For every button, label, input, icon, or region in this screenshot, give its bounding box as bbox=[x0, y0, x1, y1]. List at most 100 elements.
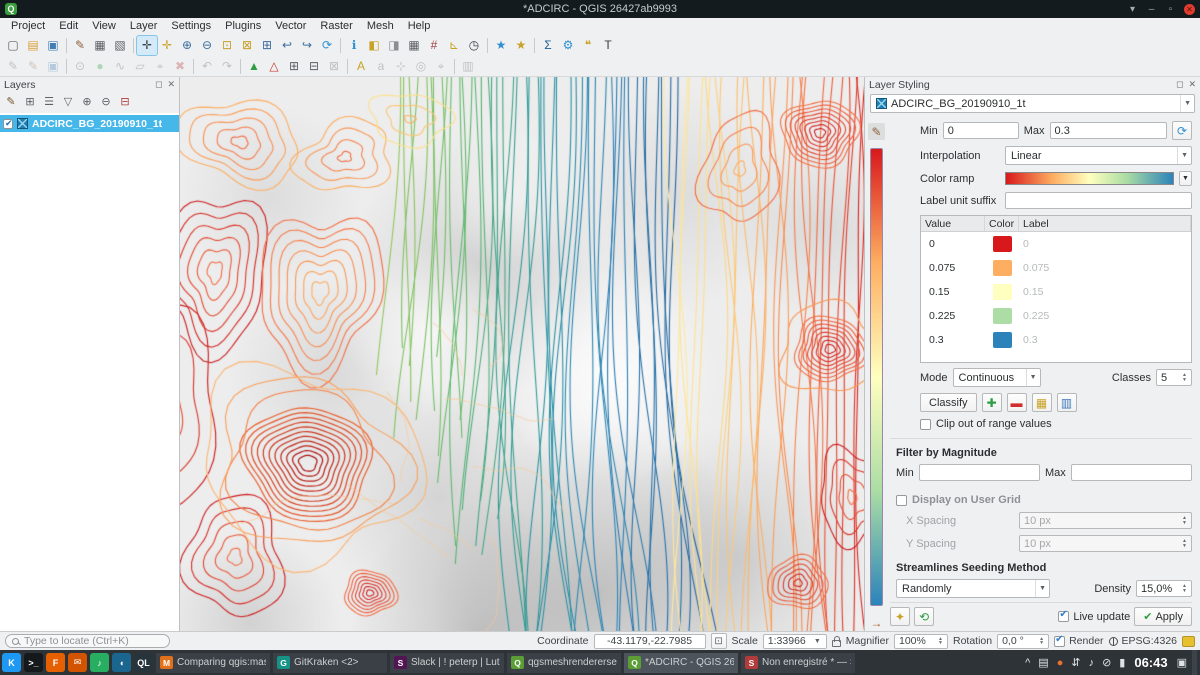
minimize-button[interactable]: – bbox=[1146, 4, 1157, 15]
pan-to-selection-icon[interactable]: ✛ bbox=[157, 36, 177, 55]
mesh-digitizing-icon[interactable]: ▲ bbox=[244, 57, 264, 76]
interpolation-select[interactable]: Linear ▼ bbox=[1005, 146, 1192, 165]
project-open-icon[interactable]: ▤ bbox=[23, 36, 43, 55]
music-icon[interactable]: ♪ bbox=[90, 653, 109, 672]
maximize-button[interactable]: ▫ bbox=[1165, 4, 1176, 15]
coordinate-input[interactable]: -43.1179,-22.7985 bbox=[594, 634, 706, 649]
text-annotation-icon[interactable]: T bbox=[598, 36, 618, 55]
class-row[interactable]: 0 0 bbox=[921, 232, 1191, 256]
magnifier-spinner[interactable]: 100% ▲▼ bbox=[894, 634, 948, 649]
color-ramp-menu-button[interactable]: ▼ bbox=[1179, 171, 1192, 186]
new-bookmark-icon[interactable]: ★ bbox=[491, 36, 511, 55]
remove-layer-icon[interactable]: ⊟ bbox=[116, 93, 134, 110]
style-manager-icon[interactable]: ✎ bbox=[70, 36, 90, 55]
zoom-full-icon[interactable]: ⊡ bbox=[217, 36, 237, 55]
project-save-icon[interactable]: ▣ bbox=[43, 36, 63, 55]
zoom-next-icon[interactable]: ↪ bbox=[297, 36, 317, 55]
task-gitkraken[interactable]: G GitKraken <2> bbox=[273, 653, 387, 673]
task-qgis-settings[interactable]: Q qgsmeshrenderersetti... bbox=[507, 653, 621, 673]
pin-labels-icon[interactable]: ⊹ bbox=[391, 57, 411, 76]
map-tips-icon[interactable]: ❝ bbox=[578, 36, 598, 55]
filter-min-input[interactable] bbox=[919, 464, 1040, 481]
dolphin-icon[interactable]: ◖ bbox=[112, 653, 131, 672]
zoom-last-icon[interactable]: ↩ bbox=[277, 36, 297, 55]
class-color-swatch[interactable] bbox=[993, 236, 1012, 252]
mesh-selection-icon[interactable]: ⊟ bbox=[304, 57, 324, 76]
extents-toggle-icon[interactable]: ⊡ bbox=[711, 633, 727, 649]
mail-icon[interactable]: ✉ bbox=[68, 653, 87, 672]
toggle-editing-icon[interactable]: ✎ bbox=[23, 57, 43, 76]
menu-item[interactable]: Raster bbox=[313, 19, 359, 33]
density-spinner[interactable]: 15,0% ▲▼ bbox=[1136, 580, 1192, 597]
add-point-icon[interactable]: ● bbox=[90, 57, 110, 76]
load-color-ramp-button[interactable]: ▦ bbox=[1032, 393, 1052, 412]
y-spacing-input[interactable]: 10 px ▲▼ bbox=[1019, 535, 1192, 552]
diagram-options-icon[interactable]: ▥ bbox=[458, 57, 478, 76]
add-line-icon[interactable]: ∿ bbox=[110, 57, 130, 76]
label-unit-suffix-input[interactable] bbox=[1005, 192, 1192, 209]
class-color-swatch[interactable] bbox=[993, 260, 1012, 276]
deselect-features-icon[interactable]: ◨ bbox=[384, 36, 404, 55]
class-color-swatch[interactable] bbox=[993, 284, 1012, 300]
menu-item[interactable]: View bbox=[85, 19, 123, 33]
add-class-button[interactable]: ✚ bbox=[982, 393, 1002, 412]
class-row[interactable]: 0.3 0.3 bbox=[921, 328, 1191, 352]
close-button[interactable]: ✕ bbox=[1184, 4, 1195, 15]
layer-visibility-checkbox[interactable] bbox=[3, 119, 13, 129]
zoom-out-icon[interactable]: ⊖ bbox=[197, 36, 217, 55]
mesh-edit-icon[interactable]: △ bbox=[264, 57, 284, 76]
menu-item[interactable]: Project bbox=[4, 19, 52, 33]
x-spacing-input[interactable]: 10 px ▲▼ bbox=[1019, 512, 1192, 529]
table-header-cell[interactable]: Color bbox=[985, 216, 1019, 231]
table-header-cell[interactable]: Label bbox=[1019, 216, 1191, 231]
firefox-icon[interactable]: F bbox=[46, 653, 65, 672]
lock-scale-icon[interactable] bbox=[832, 640, 841, 647]
temporal-controller-icon[interactable]: ◷ bbox=[464, 36, 484, 55]
new-print-layout-icon[interactable]: ▦ bbox=[90, 36, 110, 55]
reload-minmax-button[interactable]: ⟳ bbox=[1172, 121, 1192, 140]
styling-layer-selector[interactable]: ADCIRC_BG_20190910_1t ▼ bbox=[870, 94, 1195, 113]
open-layer-styling-icon[interactable]: ✎ bbox=[2, 93, 20, 110]
close-panel-icon[interactable]: ✕ bbox=[167, 79, 175, 90]
clipboard-icon[interactable]: ▤ bbox=[1038, 656, 1048, 669]
open-attribute-table-icon[interactable]: ▦ bbox=[404, 36, 424, 55]
float-panel-icon[interactable]: ◻ bbox=[1176, 79, 1183, 90]
screen-recorder-icon[interactable]: ● bbox=[1057, 657, 1064, 669]
processing-toolbox-icon[interactable]: ⚙ bbox=[558, 36, 578, 55]
zoom-in-icon[interactable]: ⊕ bbox=[177, 36, 197, 55]
layer-item[interactable]: ADCIRC_BG_20190910_1t bbox=[0, 115, 179, 132]
color-ramp-preview[interactable] bbox=[1005, 172, 1174, 185]
spinner-arrows[interactable]: ▲▼ bbox=[1179, 584, 1187, 593]
zoom-to-layer-icon[interactable]: ⊞ bbox=[257, 36, 277, 55]
tab-symbology-icon[interactable]: ✎ bbox=[868, 123, 885, 140]
table-header-cell[interactable]: Value bbox=[921, 216, 985, 231]
add-group-icon[interactable]: ⊞ bbox=[21, 93, 39, 110]
menu-item[interactable]: Vector bbox=[268, 19, 313, 33]
close-panel-icon[interactable]: ✕ bbox=[1188, 79, 1196, 90]
map-view[interactable] bbox=[180, 77, 864, 631]
clip-out-of-range-checkbox[interactable] bbox=[920, 419, 931, 430]
menu-item[interactable]: Help bbox=[401, 19, 438, 33]
project-new-icon[interactable]: ▢ bbox=[3, 36, 23, 55]
apply-button[interactable]: ✔ Apply bbox=[1134, 607, 1192, 626]
highlight-labels-icon[interactable]: ◎ bbox=[411, 57, 431, 76]
network-icon[interactable]: ⇵ bbox=[1071, 656, 1080, 669]
delete-selected-icon[interactable]: ✖ bbox=[170, 57, 190, 76]
select-features-icon[interactable]: ◧ bbox=[364, 36, 384, 55]
ql-icon[interactable]: QL bbox=[134, 653, 153, 672]
spinner-arrows[interactable]: ▲▼ bbox=[935, 637, 943, 646]
zoom-to-selection-icon[interactable]: ⊠ bbox=[237, 36, 257, 55]
show-desktop-edge[interactable] bbox=[1192, 650, 1197, 675]
spinner-arrows[interactable]: ▲▼ bbox=[1179, 373, 1187, 382]
undo-icon[interactable]: ↶ bbox=[197, 57, 217, 76]
render-checkbox[interactable] bbox=[1054, 636, 1065, 647]
tab-vectors-icon[interactable]: → bbox=[868, 614, 885, 631]
messages-icon[interactable] bbox=[1182, 636, 1195, 647]
map-canvas[interactable] bbox=[180, 77, 864, 631]
menu-item[interactable]: Plugins bbox=[218, 19, 268, 33]
pan-map-icon[interactable]: ✛ bbox=[137, 36, 157, 55]
app-launcher-icon[interactable]: K bbox=[2, 653, 21, 672]
class-row[interactable]: 0.225 0.225 bbox=[921, 304, 1191, 328]
collapse-all-icon[interactable]: ⊖ bbox=[97, 93, 115, 110]
clock[interactable]: 06:43 bbox=[1134, 655, 1167, 670]
